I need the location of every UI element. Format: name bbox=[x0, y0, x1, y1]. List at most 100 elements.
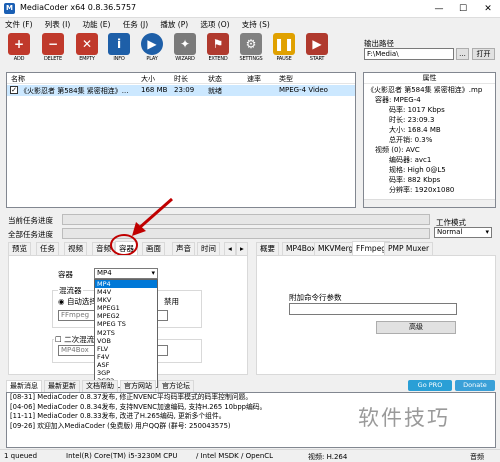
col-size[interactable]: 大小 bbox=[141, 74, 155, 84]
row-size: 168 MB bbox=[141, 86, 168, 94]
delete-icon: − bbox=[42, 33, 64, 55]
menu-options[interactable]: 选项 (O) bbox=[195, 18, 234, 31]
tab-preview[interactable]: 预览 bbox=[8, 242, 31, 255]
donate-button[interactable]: Donate bbox=[455, 380, 495, 391]
total-task-label: 全部任务进度 bbox=[8, 230, 53, 239]
dropdown-option[interactable]: F4V bbox=[95, 353, 157, 361]
menu-support[interactable]: 支持 (S) bbox=[237, 18, 275, 31]
menu-function[interactable]: 功能 (E) bbox=[77, 18, 115, 31]
ffmpeg-panel bbox=[256, 255, 496, 375]
menu-play[interactable]: 播放 (P) bbox=[155, 18, 193, 31]
tab-docs-help[interactable]: 文档帮助 bbox=[82, 380, 118, 392]
prop-line: 分辨率: 1920x1080 bbox=[389, 186, 455, 194]
menu-task[interactable]: 任务 (J) bbox=[118, 18, 153, 31]
extend-button[interactable]: ⚑ EXTEND bbox=[203, 33, 233, 66]
delete-button[interactable]: − DELETE bbox=[38, 33, 68, 66]
prop-line: 大小: 168.4 MB bbox=[389, 126, 441, 134]
dropdown-option[interactable]: M2TS bbox=[95, 329, 157, 337]
col-rate[interactable]: 速率 bbox=[247, 74, 261, 84]
mediacoder-app-icon: M bbox=[4, 3, 15, 14]
second-mux-checkbox[interactable]: ☐ 二次混流 bbox=[54, 334, 96, 345]
dropdown-option[interactable]: MPEG2 bbox=[95, 312, 157, 320]
play-button[interactable]: ▶ PLAY bbox=[137, 33, 167, 66]
current-task-label: 当前任务进度 bbox=[8, 216, 53, 225]
table-row[interactable]: ✓ 《火影忍者 第584集 紧密相连》... 168 MB 23:09 就绪 M… bbox=[7, 85, 355, 96]
wand-icon: ✦ bbox=[174, 33, 196, 55]
settings-button[interactable]: ⚙ SETTINGS bbox=[236, 33, 266, 66]
col-status[interactable]: 状态 bbox=[208, 74, 222, 84]
menu-file[interactable]: 文件 (F) bbox=[0, 18, 38, 31]
wrench-icon: ⚙ bbox=[240, 33, 262, 55]
advanced-button[interactable]: 高级 bbox=[376, 321, 456, 334]
prop-line: 规格: High 0@L5 bbox=[389, 166, 446, 174]
tab-scroll-left-icon[interactable]: ◂ bbox=[224, 242, 236, 255]
extend-icon: ⚑ bbox=[207, 33, 229, 55]
disable-radio[interactable]: 禁用 bbox=[164, 296, 179, 307]
dropdown-option[interactable]: 3GP bbox=[95, 369, 157, 377]
tab-video[interactable]: 视频 bbox=[64, 242, 87, 255]
tab-scroll-right-icon[interactable]: ▸ bbox=[236, 242, 248, 255]
col-type[interactable]: 类型 bbox=[279, 74, 293, 84]
tab-pmp-muxer[interactable]: PMP Muxer bbox=[384, 242, 434, 255]
start-button[interactable]: ▶ START bbox=[302, 33, 332, 66]
start-icon: ▶ bbox=[306, 33, 328, 55]
col-name[interactable]: 名称 bbox=[11, 74, 25, 84]
row-status: 就绪 bbox=[208, 87, 222, 95]
wizard-button[interactable]: ✦ WIZARD bbox=[170, 33, 200, 66]
dropdown-option[interactable]: MPEG TS bbox=[95, 320, 157, 328]
container-label: 容器 bbox=[58, 270, 73, 279]
status-audio: 音频 bbox=[470, 453, 484, 461]
play-icon: ▶ bbox=[141, 33, 163, 55]
prop-line: 码率: 1017 Kbps bbox=[389, 106, 445, 114]
tab-sound[interactable]: 声音 bbox=[172, 242, 195, 255]
menu-list[interactable]: 列表 (I) bbox=[40, 18, 75, 31]
tab-task[interactable]: 任务 bbox=[36, 242, 59, 255]
pause-button[interactable]: ❚❚ PAUSE bbox=[269, 33, 299, 66]
title-bar: M MediaCoder x64 0.8.36.5757 — ☐ ✕ bbox=[0, 0, 500, 18]
dropdown-option[interactable]: M4V bbox=[95, 288, 157, 296]
properties-scrollbar[interactable] bbox=[364, 199, 495, 207]
close-button[interactable]: ✕ bbox=[476, 0, 500, 18]
status-bar: 1 queued Intel(R) Core(TM) i5-3230M CPU … bbox=[0, 449, 500, 462]
browse-button[interactable]: ... bbox=[456, 48, 469, 60]
row-name: 《火影忍者 第584集 紧密相连》... bbox=[20, 87, 129, 95]
row-type: MPEG-4 Video bbox=[279, 86, 328, 94]
container-dropdown-list[interactable]: MP4 M4V MKV MPEG1 MPEG2 MPEG TS M2TS VOB… bbox=[94, 279, 158, 388]
go-pro-button[interactable]: Go PRO bbox=[408, 380, 452, 391]
tab-official-site[interactable]: 官方网站 bbox=[120, 380, 156, 392]
info-button[interactable]: i INFO bbox=[104, 33, 134, 66]
work-mode-select[interactable]: Normal ▾ bbox=[434, 227, 492, 238]
watermark: 软件技巧 bbox=[358, 406, 450, 430]
minimize-button[interactable]: — bbox=[427, 0, 451, 18]
file-list[interactable]: 名称 大小 时长 状态 速率 类型 ✓ 《火影忍者 第584集 紧密相连》...… bbox=[6, 72, 356, 208]
auto-select-radio[interactable]: ◉ 自动选择 bbox=[58, 296, 97, 307]
extra-args-label: 附加命令行参数 bbox=[289, 293, 342, 302]
annotation-arrow-icon bbox=[132, 197, 173, 236]
chevron-down-icon: ▾ bbox=[151, 269, 155, 277]
add-button[interactable]: + ADD bbox=[4, 33, 34, 66]
dropdown-option[interactable]: MP4 bbox=[95, 280, 157, 289]
tab-official-forum[interactable]: 官方论坛 bbox=[158, 380, 194, 392]
open-folder-button[interactable]: 打开 bbox=[472, 48, 495, 60]
dropdown-option[interactable]: MPEG1 bbox=[95, 304, 157, 312]
dropdown-option[interactable]: ASF bbox=[95, 361, 157, 369]
tab-latest-news[interactable]: 最新消息 bbox=[6, 380, 42, 392]
dropdown-option[interactable]: VOB bbox=[95, 337, 157, 345]
prop-line: 容器: MPEG-4 bbox=[375, 96, 421, 104]
prop-line: 视频 (0): AVC bbox=[375, 146, 420, 154]
dropdown-option[interactable]: FLV bbox=[95, 345, 157, 353]
tab-time[interactable]: 时间 bbox=[197, 242, 220, 255]
dropdown-option[interactable]: MKV bbox=[95, 296, 157, 304]
row-checkbox[interactable]: ✓ bbox=[10, 86, 18, 94]
col-duration[interactable]: 时长 bbox=[174, 74, 188, 84]
tab-summary[interactable]: 概要 bbox=[256, 242, 279, 255]
output-dir-input[interactable]: F:\Media\ bbox=[364, 48, 454, 60]
properties-panel[interactable]: 属性 《火影忍者 第584集 紧密相连》.mp 容器: MPEG-4 码率: 1… bbox=[363, 72, 496, 208]
extra-args-input[interactable] bbox=[289, 303, 457, 315]
tab-picture[interactable]: 画面 bbox=[142, 242, 165, 255]
empty-button[interactable]: ✕ EMPTY bbox=[72, 33, 102, 66]
maximize-button[interactable]: ☐ bbox=[451, 0, 475, 18]
toolbar: + ADD − DELETE ✕ EMPTY i INFO ▶ PLAY ✦ WIZARD … bbox=[0, 31, 345, 67]
tab-latest-updates[interactable]: 最新更新 bbox=[44, 380, 80, 392]
container-select[interactable]: MP4 ▾ bbox=[94, 268, 158, 279]
